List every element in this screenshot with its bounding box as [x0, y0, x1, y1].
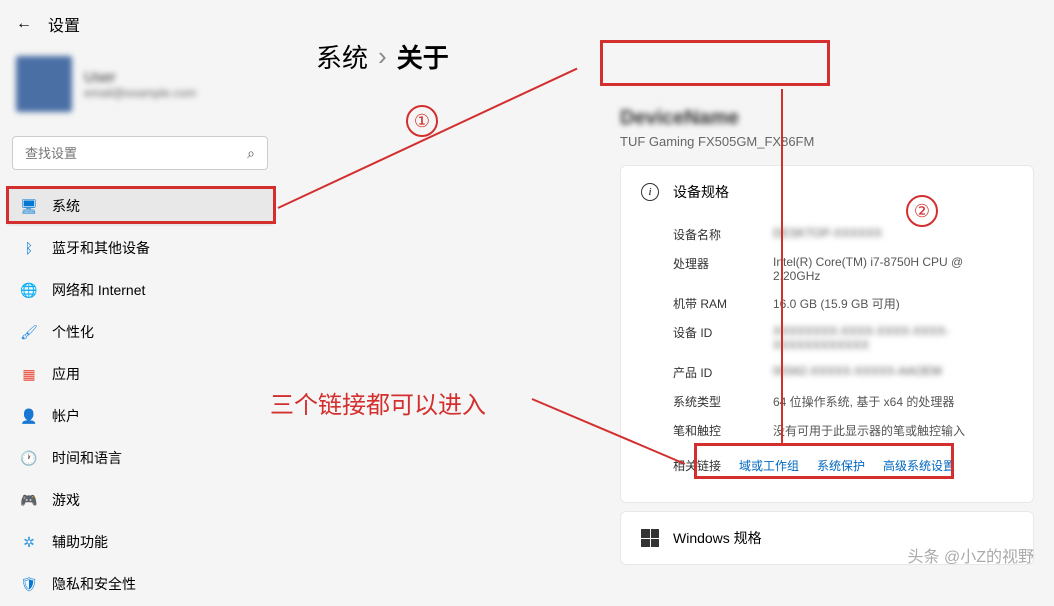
accounts-icon: 👤: [20, 407, 38, 425]
header-title: 设置: [48, 12, 80, 36]
specs-header[interactable]: i 设备规格: [641, 182, 1013, 202]
spec-row: 产品 ID00342-XXXXX-XXXXX-AAOEM: [641, 358, 1013, 387]
sidebar-item-bluetooth[interactable]: ᛒ 蓝牙和其他设备: [6, 228, 274, 268]
spec-row: 处理器Intel(R) Core(TM) i7-8750H CPU @ 2.20…: [641, 249, 1013, 289]
breadcrumb-parent[interactable]: 系统: [316, 38, 368, 75]
specs-title: 设备规格: [673, 182, 729, 202]
spec-row: 系统类型64 位操作系统, 基于 x64 的处理器: [641, 387, 1013, 416]
sidebar-item-label: 网络和 Internet: [52, 280, 145, 300]
breadcrumb: 系统 › 关于: [300, 30, 1054, 83]
spec-value: Intel(R) Core(TM) i7-8750H CPU @ 2.20GHz: [773, 255, 1013, 283]
sidebar-item-gaming[interactable]: 🎮 游戏: [6, 480, 274, 520]
accessibility-icon: ✲: [20, 533, 38, 551]
spec-row: 笔和触控没有可用于此显示器的笔或触控输入: [641, 416, 1013, 445]
related-links-label: 相关链接: [673, 457, 721, 474]
sidebar-item-time[interactable]: 🕐 时间和语言: [6, 438, 274, 478]
sidebar-item-label: 隐私和安全性: [52, 574, 136, 594]
device-name-section: DeviceName TUF Gaming FX505GM_FX86FM: [620, 99, 1034, 165]
spec-value: DESKTOP-XXXXXX: [773, 226, 1013, 243]
system-icon: 🖥: [20, 197, 38, 215]
spec-row: 设备 IDXXXXXXXX-XXXX-XXXX-XXXX-XXXXXXXXXXX…: [641, 318, 1013, 358]
sidebar-item-privacy[interactable]: 🛡 隐私和安全性: [6, 564, 274, 604]
spec-value: 没有可用于此显示器的笔或触控输入: [773, 422, 1013, 439]
search-input[interactable]: [25, 146, 247, 161]
search-icon: ⌕: [247, 145, 255, 162]
gaming-icon: 🎮: [20, 491, 38, 509]
user-info: User email@example.com: [84, 69, 196, 100]
spec-row: 机带 RAM16.0 GB (15.9 GB 可用): [641, 289, 1013, 318]
link-advanced-settings[interactable]: 高级系统设置: [883, 457, 955, 474]
sidebar-item-label: 系统: [52, 196, 80, 216]
sidebar-item-label: 蓝牙和其他设备: [52, 238, 150, 258]
info-icon: i: [641, 183, 659, 201]
spec-value: XXXXXXXX-XXXX-XXXX-XXXX-XXXXXXXXXXXX: [773, 324, 1013, 352]
main-content: 系统 › 关于 DeviceName TUF Gaming FX505GM_FX…: [300, 30, 1054, 565]
windows-specs-title: Windows 规格: [673, 528, 762, 548]
spec-label: 系统类型: [673, 393, 773, 410]
link-domain[interactable]: 域或工作组: [739, 457, 799, 474]
sidebar-item-personalization[interactable]: 🖌 个性化: [6, 312, 274, 352]
link-system-protection[interactable]: 系统保护: [817, 457, 865, 474]
sidebar-item-network[interactable]: 🌐 网络和 Internet: [6, 270, 274, 310]
search-input-container[interactable]: ⌕: [12, 136, 268, 170]
network-icon: 🌐: [20, 281, 38, 299]
sidebar-item-label: 游戏: [52, 490, 80, 510]
related-links: 相关链接 域或工作组 系统保护 高级系统设置: [641, 445, 1013, 486]
personalization-icon: 🖌: [20, 323, 38, 341]
bluetooth-icon: ᛒ: [20, 239, 38, 257]
device-specs-card: i 设备规格 设备名称DESKTOP-XXXXXX处理器Intel(R) Cor…: [620, 165, 1034, 503]
sidebar-item-apps[interactable]: ▦ 应用: [6, 354, 274, 394]
windows-icon: [641, 529, 659, 547]
sidebar-item-label: 帐户: [52, 406, 80, 426]
sidebar-item-accessibility[interactable]: ✲ 辅助功能: [6, 522, 274, 562]
device-model: TUF Gaming FX505GM_FX86FM: [620, 134, 1034, 149]
avatar: [16, 56, 72, 112]
nav-list: 🖥 系统 ᛒ 蓝牙和其他设备 🌐 网络和 Internet 🖌 个性化 ▦ 应用…: [0, 186, 280, 604]
breadcrumb-current: 关于: [397, 38, 449, 75]
sidebar: User email@example.com ⌕ 🖥 系统 ᛒ 蓝牙和其他设备 …: [0, 40, 280, 606]
chevron-right-icon: ›: [378, 41, 387, 72]
apps-icon: ▦: [20, 365, 38, 383]
spec-label: 设备 ID: [673, 324, 773, 352]
spec-label: 笔和触控: [673, 422, 773, 439]
spec-label: 处理器: [673, 255, 773, 283]
sidebar-item-label: 个性化: [52, 322, 94, 342]
spec-row: 设备名称DESKTOP-XXXXXX: [641, 220, 1013, 249]
spec-value: 16.0 GB (15.9 GB 可用): [773, 295, 1013, 312]
spec-label: 产品 ID: [673, 364, 773, 381]
sidebar-item-label: 辅助功能: [52, 532, 108, 552]
spec-label: 设备名称: [673, 226, 773, 243]
spec-value: 64 位操作系统, 基于 x64 的处理器: [773, 393, 1013, 410]
back-arrow-icon[interactable]: ←: [16, 15, 32, 33]
watermark: 头条 @小Z的视野: [908, 543, 1034, 567]
spec-value: 00342-XXXXX-XXXXX-AAOEM: [773, 364, 1013, 381]
sidebar-item-label: 时间和语言: [52, 448, 122, 468]
user-section[interactable]: User email@example.com: [0, 40, 280, 128]
sidebar-item-accounts[interactable]: 👤 帐户: [6, 396, 274, 436]
sidebar-item-system[interactable]: 🖥 系统: [6, 186, 274, 226]
time-icon: 🕐: [20, 449, 38, 467]
privacy-icon: 🛡: [20, 575, 38, 593]
spec-label: 机带 RAM: [673, 295, 773, 312]
sidebar-item-label: 应用: [52, 364, 80, 384]
